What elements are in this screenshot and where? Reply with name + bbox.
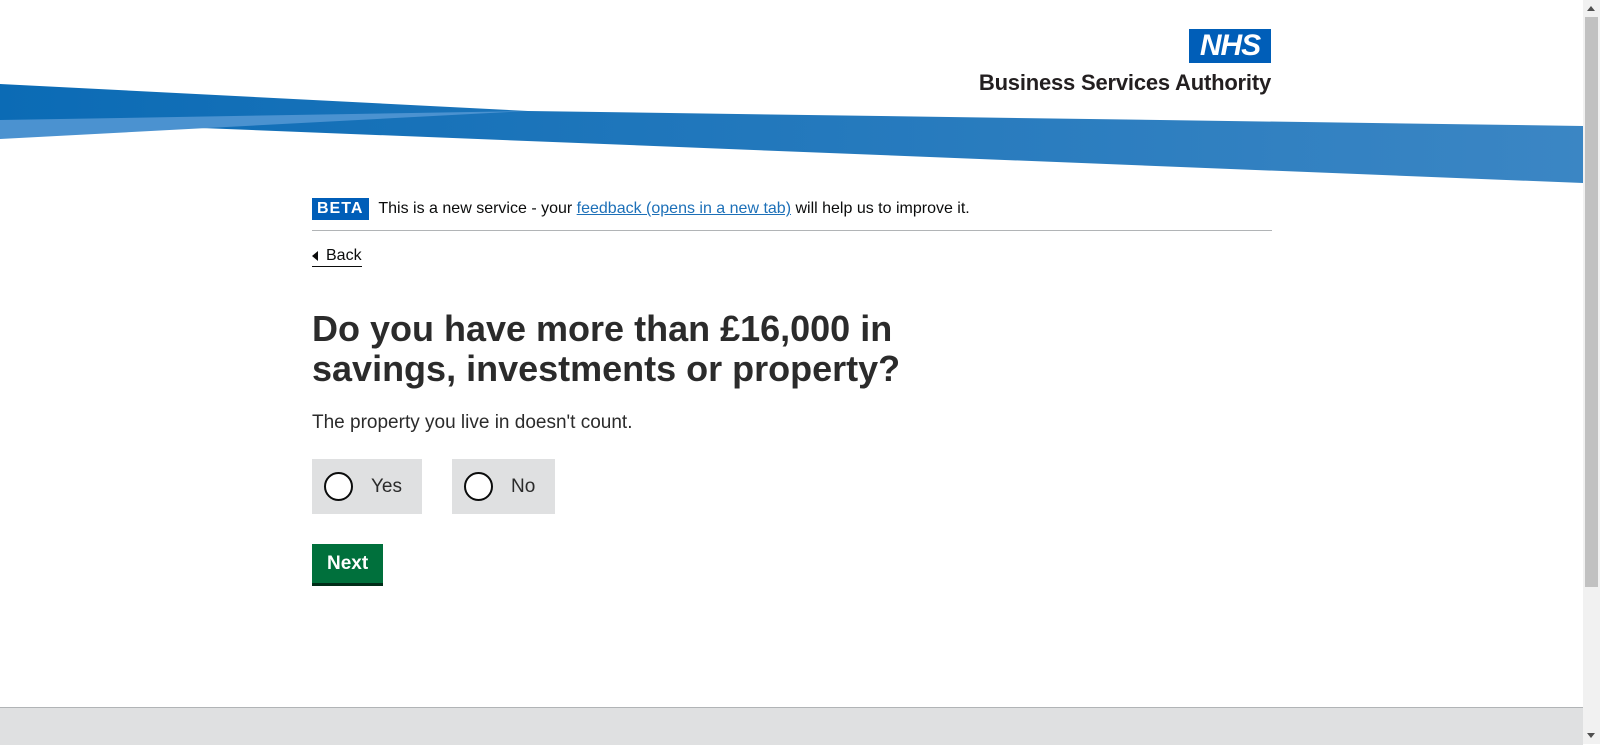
- phase-text-before: This is a new service - your: [378, 200, 577, 217]
- organisation-name: Business Services Authority: [978, 70, 1271, 95]
- feedback-link[interactable]: feedback (opens in a new tab): [577, 200, 791, 217]
- phase-banner-text: This is a new service - your feedback (o…: [378, 200, 969, 218]
- next-button[interactable]: Next: [312, 544, 384, 583]
- radio-option-no[interactable]: No: [452, 459, 556, 514]
- header-wave-band: [0, 84, 1583, 183]
- back-link[interactable]: Back: [312, 247, 362, 267]
- scroll-down-arrow-icon[interactable]: [1587, 733, 1595, 738]
- footer: [0, 707, 1583, 745]
- nhs-logo-box: NHS: [1189, 29, 1271, 63]
- main-content: BETA This is a new service - your feedba…: [312, 198, 1272, 583]
- page-title: Do you have more than £16,000 in savings…: [312, 308, 901, 389]
- beta-tag: BETA: [312, 198, 370, 220]
- back-link-label: Back: [326, 247, 362, 264]
- question-hint: The property you live in doesn't count.: [312, 412, 633, 433]
- scroll-up-arrow-icon[interactable]: [1587, 6, 1595, 11]
- radio-option-yes[interactable]: Yes: [312, 459, 422, 514]
- vertical-scrollbar[interactable]: [1583, 0, 1600, 744]
- back-arrow-icon: [312, 251, 318, 261]
- radio-label-yes: Yes: [371, 475, 402, 497]
- phase-banner: BETA This is a new service - your feedba…: [312, 198, 1272, 231]
- radio-label-no: No: [511, 475, 536, 497]
- radio-circle-icon[interactable]: [464, 472, 493, 501]
- radio-group: Yes No: [312, 459, 1272, 514]
- phase-text-after: will help us to improve it.: [791, 200, 970, 217]
- radio-circle-icon[interactable]: [324, 472, 353, 501]
- scrollbar-thumb[interactable]: [1585, 17, 1598, 587]
